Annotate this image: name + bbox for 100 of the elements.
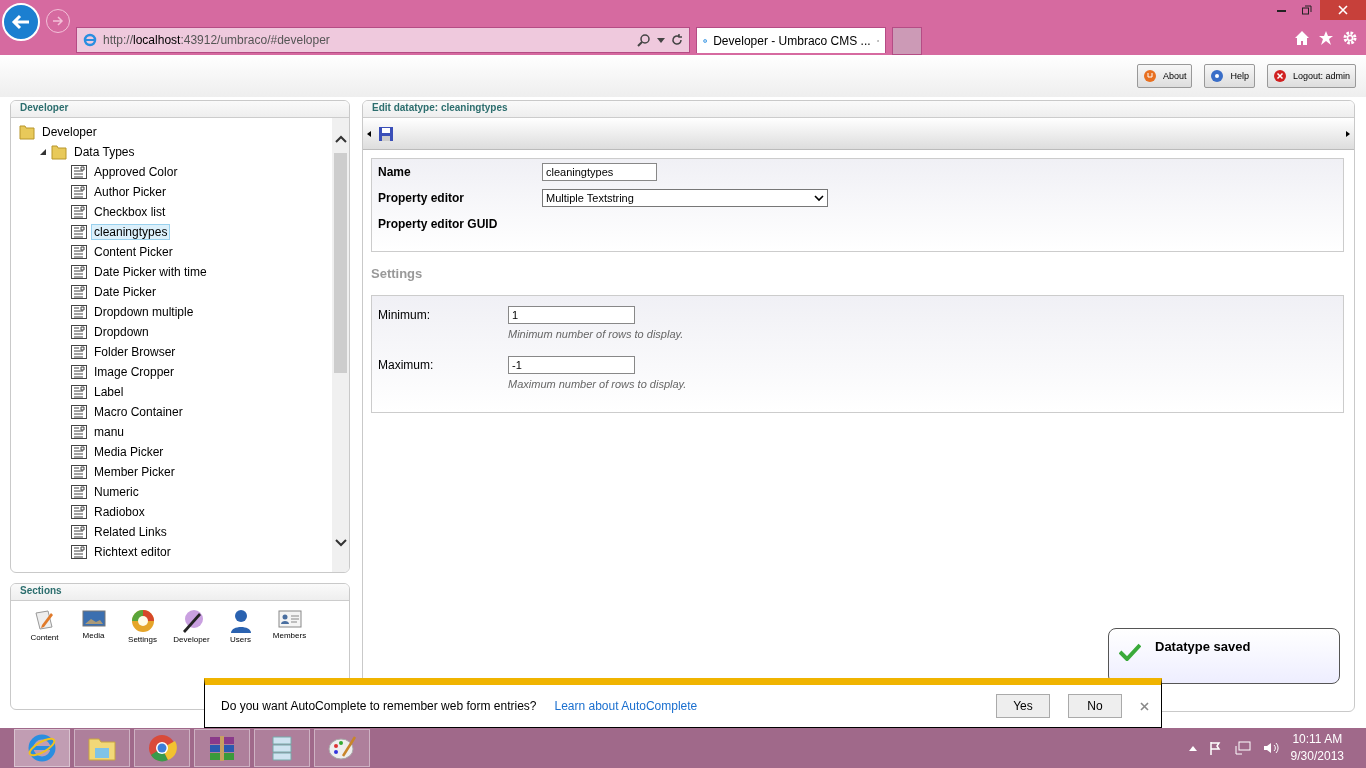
tree-item[interactable]: Numeric	[91, 484, 142, 500]
tree-item[interactable]: manu	[91, 424, 128, 440]
color-ball-icon	[130, 609, 155, 633]
number-field[interactable]: 1	[508, 306, 635, 324]
tree-item[interactable]: Media Picker	[91, 444, 167, 460]
pencil-document-icon	[33, 609, 56, 631]
field-hint: Maximum number of rows to display.	[508, 378, 688, 390]
tree-item[interactable]: Dropdown	[91, 324, 152, 340]
minimize-icon	[1276, 8, 1286, 12]
close-icon[interactable]	[1140, 701, 1149, 711]
expand-triangle-icon[interactable]	[39, 148, 47, 156]
datatype-icon	[71, 165, 87, 179]
tree-item[interactable]: Checkbox list	[91, 204, 169, 220]
datatype-icon	[71, 225, 87, 239]
folder-icon	[19, 124, 35, 140]
tree-item[interactable]: Approved Color	[91, 164, 181, 180]
number-field[interactable]: -1	[508, 356, 635, 374]
section-item[interactable]: Users	[223, 609, 258, 644]
name-field[interactable]: cleaningtypes	[542, 163, 657, 181]
tree-item[interactable]: Data Types	[71, 144, 138, 160]
field-label: Name	[378, 164, 412, 179]
close-button[interactable]	[1320, 0, 1366, 20]
datatype-icon	[71, 525, 87, 539]
panel-title: Developer	[11, 101, 349, 118]
tree-item[interactable]: Image Cropper	[91, 364, 178, 380]
star-icon[interactable]	[1318, 30, 1334, 46]
section-item[interactable]: Settings	[125, 609, 160, 644]
autocomplete-question: Do you want AutoComplete to remember web form entries?	[221, 699, 537, 713]
header-button[interactable]: Help	[1204, 64, 1255, 88]
refresh-icon[interactable]	[671, 34, 683, 46]
field-label: Maximum:	[378, 357, 435, 372]
header-button[interactable]: About	[1136, 64, 1193, 88]
flag-icon[interactable]	[1208, 741, 1223, 755]
section-item[interactable]: Developer	[174, 609, 209, 644]
scrollbar[interactable]	[332, 118, 349, 572]
help-icon	[1210, 69, 1225, 83]
settings-icon[interactable]	[1342, 30, 1358, 46]
tree-item[interactable]: Date Picker with time	[91, 264, 210, 280]
datatype-icon	[71, 425, 87, 439]
dialog-button[interactable]: No	[1068, 694, 1122, 718]
browser-e-icon[interactable]	[27, 733, 57, 763]
chevron-down-icon	[814, 194, 824, 202]
close-circle-icon	[1272, 69, 1287, 83]
section-item[interactable]: Media	[76, 609, 111, 644]
field-hint: Minimum number of rows to display.	[508, 328, 685, 340]
datatype-icon	[71, 245, 87, 259]
tree-item[interactable]: Richtext editor	[91, 544, 174, 560]
datatype-icon	[71, 405, 87, 419]
back-arrow-icon	[11, 13, 31, 31]
network-icon[interactable]	[1234, 741, 1251, 755]
datatype-icon	[71, 485, 87, 499]
section-heading: Settings	[371, 266, 424, 281]
member-card-icon	[277, 609, 302, 629]
tree-item[interactable]: Macro Container	[91, 404, 186, 420]
tree-item[interactable]: Developer	[39, 124, 100, 140]
scroll-down-icon[interactable]	[334, 538, 347, 548]
datatype-icon	[71, 365, 87, 379]
scroll-right-icon[interactable]	[1346, 130, 1350, 137]
tree-item[interactable]: Label	[91, 384, 127, 400]
url-text: http://localhost:43912/umbraco/#developer	[103, 33, 331, 47]
tree-item[interactable]: cleaningtypes	[91, 224, 171, 240]
clock[interactable]: 10:11 AM 9/30/2013	[1290, 731, 1344, 765]
speaker-icon[interactable]	[1262, 741, 1279, 755]
info-circle-icon	[1142, 69, 1157, 83]
datatype-icon	[71, 305, 87, 319]
checkmark-icon	[1119, 643, 1141, 661]
restore-icon	[1302, 5, 1312, 15]
tree-item[interactable]: Content Picker	[91, 244, 176, 260]
header-button[interactable]: Logout: admin	[1266, 64, 1356, 88]
tree-item[interactable]: Folder Browser	[91, 344, 179, 360]
books-stack-icon[interactable]	[207, 734, 237, 762]
caret-up-icon[interactable]	[1188, 745, 1197, 751]
section-item[interactable]: Members	[272, 609, 307, 644]
scroll-up-icon[interactable]	[334, 134, 347, 144]
dropdown-caret-icon[interactable]	[657, 37, 665, 43]
scroll-left-icon[interactable]	[367, 130, 371, 137]
browser-tab[interactable]: Developer - Umbraco CMS ...	[696, 27, 886, 53]
section-item[interactable]: Content	[27, 609, 62, 644]
tree-item[interactable]: Author Picker	[91, 184, 170, 200]
tree-item[interactable]: Radiobox	[91, 504, 148, 520]
tree-item[interactable]: Related Links	[91, 524, 170, 540]
datatype-icon	[71, 545, 87, 559]
learn-more-link[interactable]: Learn about AutoComplete	[554, 699, 698, 713]
home-icon[interactable]	[1294, 30, 1310, 46]
back-button[interactable]	[2, 3, 40, 41]
user-icon	[229, 609, 252, 633]
datatype-icon	[71, 385, 87, 399]
search-icon[interactable]	[637, 33, 651, 47]
tree-item[interactable]: Dropdown multiple	[91, 304, 197, 320]
paint-palette-icon[interactable]	[327, 734, 357, 762]
tree-item[interactable]: Date Picker	[91, 284, 160, 300]
new-tab-button[interactable]	[892, 27, 922, 55]
dialog-button[interactable]: Yes	[996, 694, 1050, 718]
address-bar[interactable]: http://localhost:43912/umbraco/#developer	[76, 27, 690, 53]
property-editor-select[interactable]: Multiple Textstring	[542, 189, 828, 207]
datatype-icon	[71, 205, 87, 219]
panel-title: Edit datatype: cleaningtypes	[363, 101, 1354, 118]
tree-item[interactable]: Member Picker	[91, 464, 178, 480]
chrome-ball-icon[interactable]	[147, 733, 177, 763]
field-label: Property editor GUID	[378, 216, 499, 231]
